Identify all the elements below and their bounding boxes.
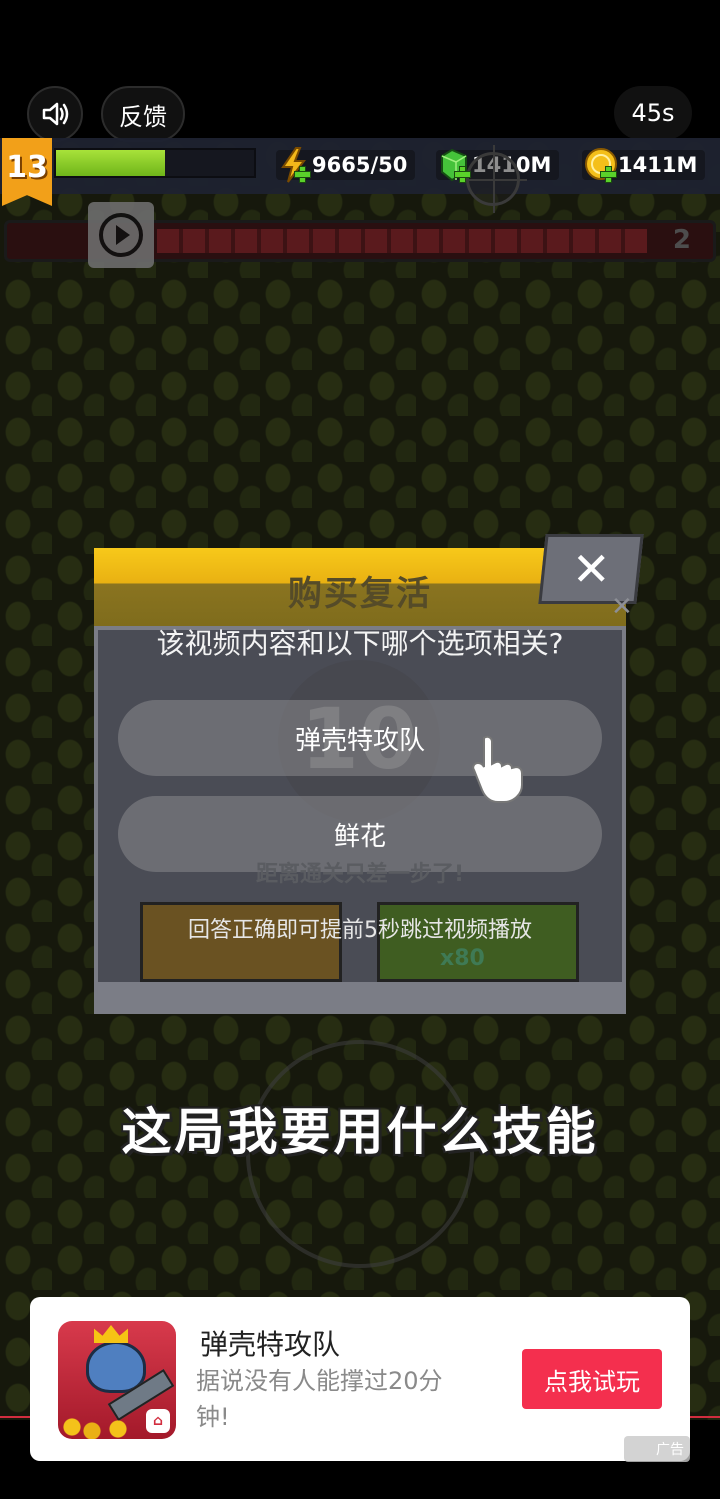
speaker-icon xyxy=(42,102,69,126)
plus-icon xyxy=(600,166,617,183)
try-play-button[interactable]: 点我试玩 xyxy=(522,1349,662,1409)
plus-icon xyxy=(294,166,311,183)
level-number: 13 xyxy=(6,150,48,185)
skip-close-icon[interactable]: ✕ xyxy=(611,592,633,622)
pointing-hand-icon xyxy=(472,735,523,803)
energy-resource[interactable]: 9665/50 xyxy=(276,146,416,184)
ad-label: 广告 xyxy=(624,1436,690,1462)
ad-card[interactable]: ⌂ 弹壳特攻队 据说没有人能撑过20分钟! 点我试玩 xyxy=(30,1297,690,1461)
video-play-button[interactable] xyxy=(88,202,154,268)
screen: 反馈 45s 13 9665/50 1410M 1411M 2 xyxy=(0,0,720,1499)
dialog-hint: 距离通关只差一步了! xyxy=(255,862,465,887)
feedback-button[interactable]: 反馈 xyxy=(101,86,185,142)
plus-icon xyxy=(454,166,471,183)
ad-countdown-timer: 45s xyxy=(614,86,692,140)
crown-icon xyxy=(94,1325,128,1343)
ad-description: 据说没有人能撑过20分钟! xyxy=(196,1367,443,1431)
gem-cost: x80 xyxy=(440,946,485,971)
skip-note: 回答正确即可提前5秒跳过视频播放 xyxy=(188,918,532,943)
play-icon xyxy=(99,213,143,257)
video-caption: 这局我要用什么技能 xyxy=(121,1103,599,1161)
quiz-question: 该视频内容和以下哪个选项相关? xyxy=(156,627,564,660)
crosshair-icon xyxy=(459,145,527,213)
dialog-bottom-edge xyxy=(94,982,626,1012)
wave-progress-stripes xyxy=(157,229,647,253)
wave-number: 2 xyxy=(672,225,691,255)
home-badge-icon: ⌂ xyxy=(146,1409,170,1433)
xp-bar xyxy=(54,148,256,178)
ad-label-text: 广告 xyxy=(656,1442,684,1458)
close-icon: ✕ xyxy=(571,542,611,596)
coins-resource[interactable]: 1411M xyxy=(582,146,706,184)
xp-bar-fill xyxy=(56,150,165,176)
app-icon[interactable]: ⌂ xyxy=(58,1321,176,1439)
sound-button[interactable] xyxy=(27,86,83,142)
ad-title[interactable]: 弹壳特攻队 xyxy=(200,1323,340,1363)
